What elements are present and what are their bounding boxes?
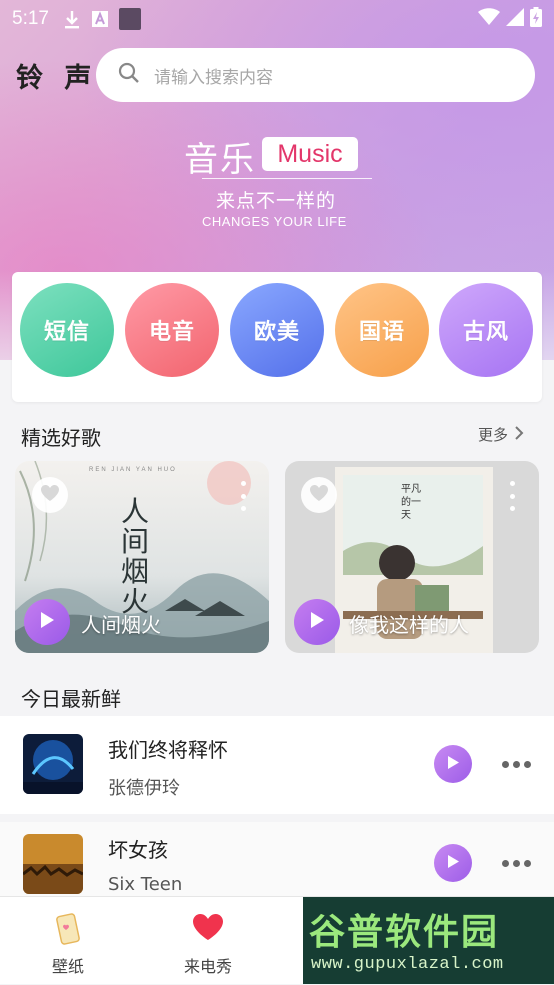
banner-subtitle: 来点不一样的 — [216, 190, 337, 212]
heart-icon — [192, 913, 224, 945]
watermark-text: 谷普软件园 — [309, 912, 500, 953]
more-options-button[interactable] — [502, 761, 531, 768]
more-options-button[interactable] — [502, 860, 531, 867]
search-icon — [118, 62, 140, 88]
list-item[interactable]: 我们终将释怀 张德伊玲 — [0, 716, 554, 814]
card-title: 像我这样的人 — [349, 613, 469, 637]
play-icon — [39, 611, 55, 633]
category-dianyin[interactable]: 电音 — [125, 283, 219, 377]
play-icon — [447, 854, 460, 873]
nav-label: 来电秀 — [183, 957, 232, 976]
featured-card[interactable]: REN JIAN YAN HUO 人间烟火 人间烟火 — [15, 461, 269, 653]
watermark: 谷普软件园 www.gupuxlazal.com — [303, 897, 554, 984]
song-title: 坏女孩 — [108, 838, 168, 862]
nav-label: 壁纸 — [51, 957, 84, 976]
category-card: 短信 电音 欧美 国语 古风 — [12, 272, 542, 402]
banner-title: 音乐 — [184, 140, 256, 180]
heart-outline-icon — [40, 484, 60, 506]
song-cover — [23, 734, 83, 794]
card-title: 人间烟火 — [81, 613, 161, 637]
featured-card[interactable]: 平凡的一天 像我这样的人 — [285, 461, 539, 653]
category-oumei[interactable]: 欧美 — [230, 283, 324, 377]
search-input[interactable]: 请输入搜索内容 — [154, 63, 273, 88]
song-title: 我们终将释怀 — [108, 738, 228, 762]
app-title: 铃 声 — [16, 63, 98, 94]
favorite-button[interactable] — [32, 477, 68, 513]
chevron-right-icon — [514, 425, 524, 445]
status-time: 5:17 — [12, 8, 49, 29]
battery-icon — [530, 7, 542, 31]
watermark-url: www.gupuxlazal.com — [311, 955, 504, 974]
section-title-featured: 精选好歌 — [21, 426, 101, 450]
art-text: 平凡的一天 — [401, 484, 421, 521]
signal-icon — [506, 8, 524, 30]
wifi-icon — [478, 8, 500, 30]
banner-divider — [202, 178, 372, 179]
song-cover — [23, 834, 83, 894]
play-button[interactable] — [434, 844, 472, 882]
art-text-big: 人间烟火 — [121, 495, 150, 618]
play-button[interactable] — [24, 599, 70, 645]
banner-badge: Music — [262, 137, 358, 171]
banner-tagline: CHANGES YOUR LIFE — [202, 214, 347, 229]
play-icon — [447, 755, 460, 774]
card-menu-button[interactable] — [509, 481, 515, 511]
more-link[interactable]: 更多 — [478, 424, 524, 445]
category-duanxin[interactable]: 短信 — [20, 283, 114, 377]
play-button[interactable] — [434, 745, 472, 783]
category-gufeng[interactable]: 古风 — [439, 283, 533, 377]
nav-item-call-show[interactable]: 来电秀 — [148, 897, 268, 985]
art-text-top: REN JIAN YAN HUO — [89, 467, 177, 473]
wallpaper-icon — [55, 913, 81, 949]
nav-item-wallpaper[interactable]: 壁纸 — [8, 897, 128, 985]
favorite-button[interactable] — [301, 477, 337, 513]
play-icon — [309, 611, 325, 633]
song-artist: Six Teen — [108, 874, 183, 895]
search-bar[interactable]: 请输入搜索内容 — [96, 48, 535, 102]
download-icon — [63, 9, 81, 29]
category-guoyu[interactable]: 国语 — [335, 283, 429, 377]
card-menu-button[interactable] — [240, 481, 246, 511]
status-bar: 5:17 — [0, 0, 554, 38]
a-icon — [91, 10, 109, 28]
heart-outline-icon — [309, 484, 329, 506]
section-title-fresh: 今日最新鲜 — [21, 687, 121, 711]
more-label: 更多 — [478, 426, 509, 444]
play-button[interactable] — [294, 599, 340, 645]
square-icon — [118, 8, 141, 30]
song-artist: 张德伊玲 — [108, 778, 180, 799]
